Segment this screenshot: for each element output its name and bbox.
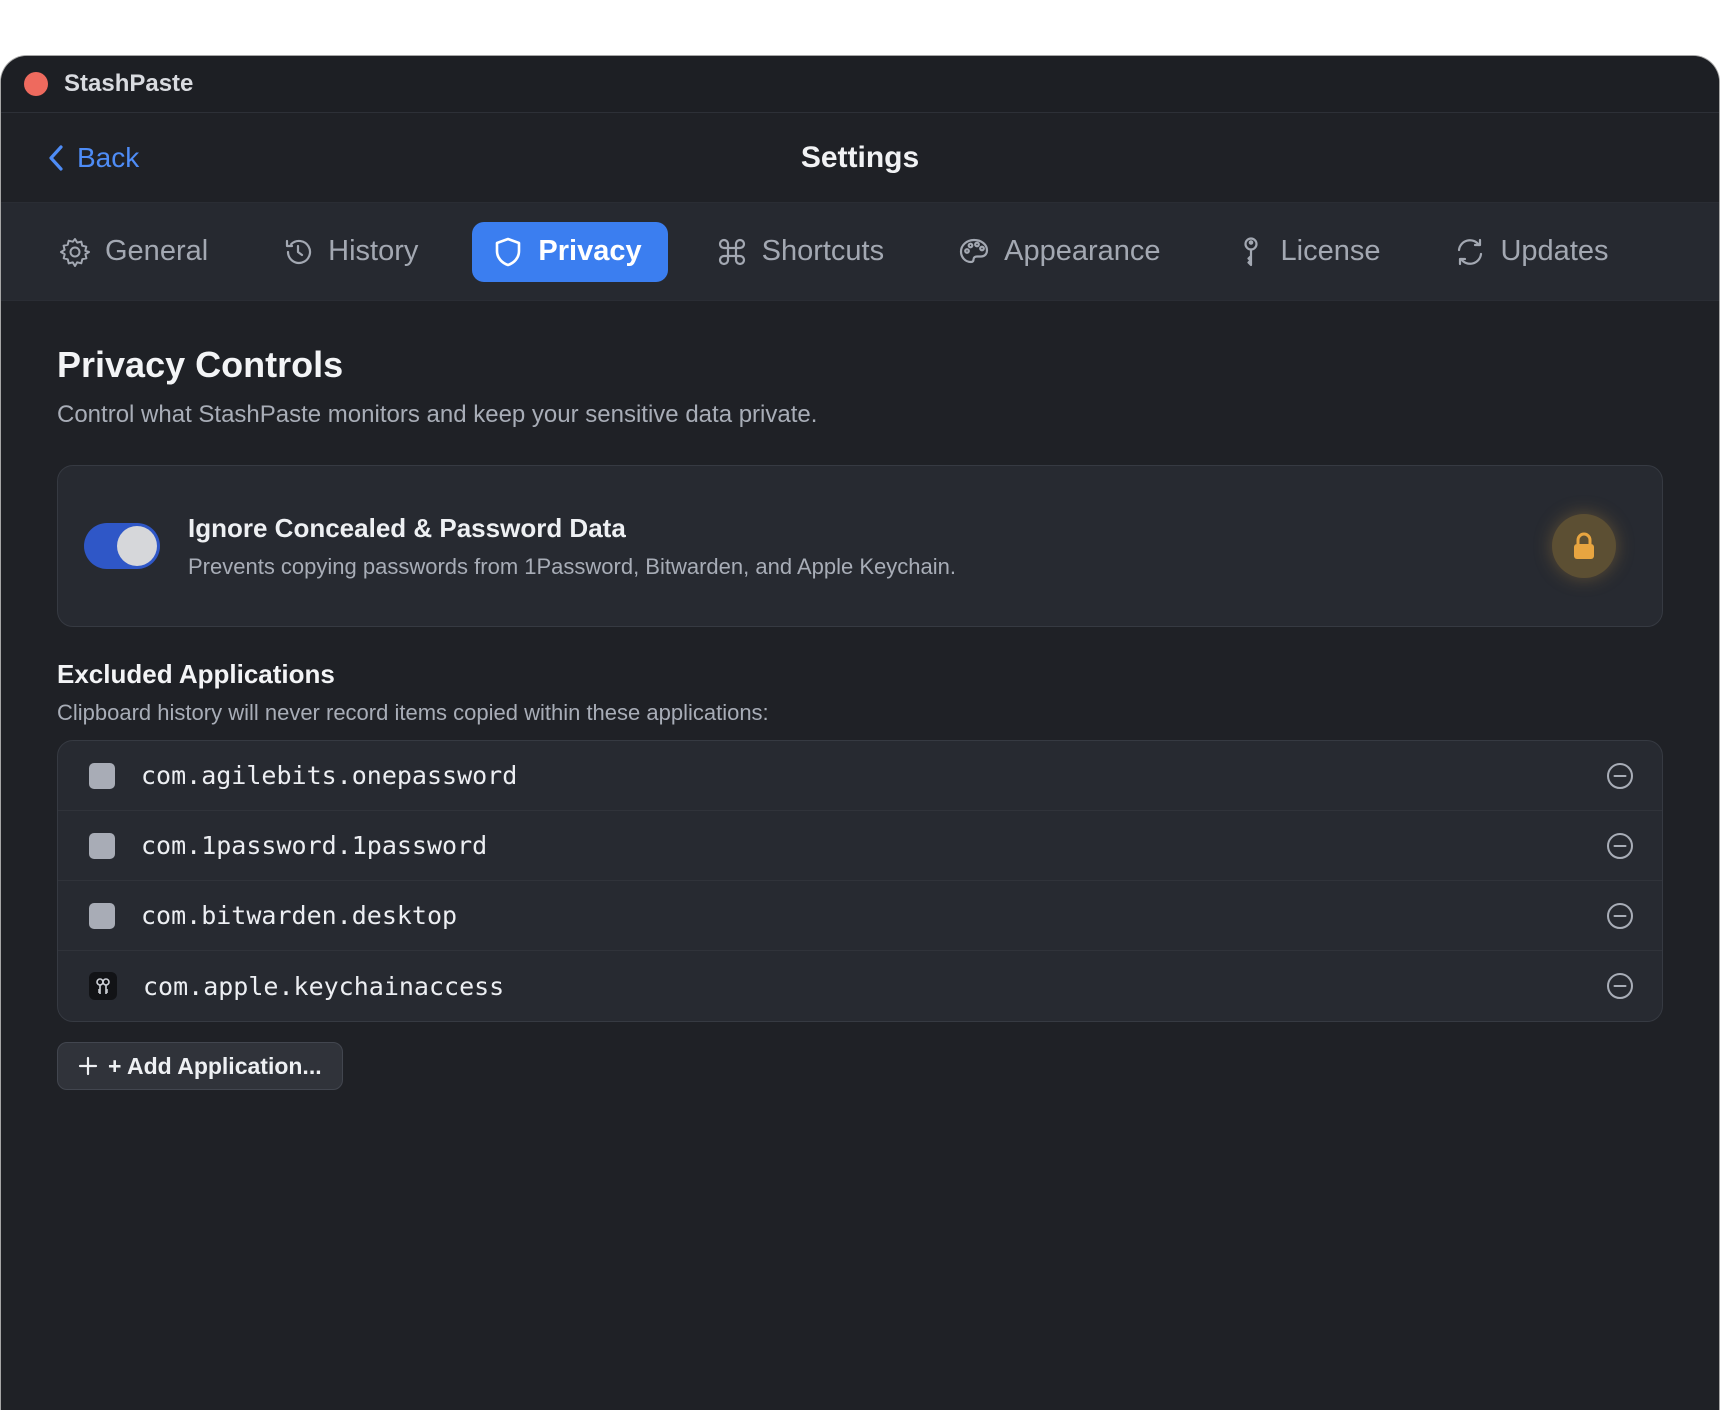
tab-shortcuts-label: Shortcuts [761,235,885,267]
excluded-apps-subtitle: Clipboard history will never record item… [57,700,769,725]
tab-updates[interactable]: Updates [1434,222,1634,282]
gear-icon [60,237,90,267]
tab-license-label: License [1280,235,1381,267]
settings-window: StashPaste Back Settings General History [1,56,1719,1410]
refresh-icon [1458,238,1483,265]
chevron-left-icon [49,144,63,171]
keychain-icon [89,972,117,1000]
tab-updates-label: Updates [1500,235,1609,267]
concealed-data-title: Ignore Concealed & Password Data [188,512,626,543]
settings-tab-bar: General History Privacy Shortcuts Appear… [1,202,1719,301]
remove-circle-icon[interactable] [1606,972,1634,1000]
title-bar: StashPaste [1,56,1719,113]
tab-general-label: General [105,235,209,267]
back-button[interactable]: Back [47,113,139,202]
page-title: Settings [800,140,920,174]
tab-privacy[interactable]: Privacy [472,221,668,282]
tab-license[interactable]: License [1215,222,1407,282]
bundle-id: com.1password.1password [141,831,488,860]
key-icon [1243,236,1258,266]
tab-appearance-label: Appearance [1004,235,1161,267]
navigation-bar: Back Settings [1,113,1719,202]
app-placeholder-icon [89,902,115,929]
bundle-id: com.agilebits.onepassword [141,761,518,790]
lock-icon [1574,532,1594,559]
command-icon [718,238,745,265]
shield-icon [496,237,521,266]
excluded-apps-title: Excluded Applications [57,659,335,689]
list-item: com.bitwarden.desktop [58,881,1662,951]
bundle-id: com.bitwarden.desktop [141,901,458,930]
remove-circle-icon[interactable] [1606,762,1634,790]
app-placeholder-icon [89,832,115,859]
section-subtitle: Control what StashPaste monitors and kee… [57,401,818,428]
back-button-label: Back [77,141,140,173]
excluded-apps-list: com.agilebits.onepassword com.1password.… [57,740,1663,1022]
toggle-knob [117,526,157,566]
tab-appearance[interactable]: Appearance [938,222,1186,282]
concealed-data-card: Ignore Concealed & Password Data Prevent… [57,465,1663,627]
remove-circle-icon[interactable] [1606,902,1634,930]
remove-circle-icon[interactable] [1606,832,1634,860]
close-window-button[interactable] [24,72,48,96]
plus-icon [78,1056,98,1076]
concealed-data-text: Ignore Concealed & Password Data Prevent… [188,513,1552,580]
lock-badge [1552,514,1616,578]
list-item: com.1password.1password [58,811,1662,881]
bundle-id: com.apple.keychainaccess [143,971,505,1001]
concealed-data-description: Prevents copying passwords from 1Passwor… [188,553,956,579]
tab-shortcuts[interactable]: Shortcuts [696,222,911,282]
ignore-concealed-toggle[interactable] [84,523,160,569]
tab-history[interactable]: History [262,222,444,282]
app-title: StashPaste [64,70,194,97]
list-item: com.apple.keychainaccess [58,951,1662,1021]
tab-general[interactable]: General [39,222,234,282]
palette-icon [960,238,989,263]
app-placeholder-icon [89,762,115,789]
tab-history-label: History [328,235,419,267]
add-application-button[interactable]: + Add Application... [57,1042,343,1090]
section-title: Privacy Controls [57,344,344,385]
tab-privacy-label: Privacy [538,235,642,267]
add-application-label: + Add Application... [108,1052,322,1079]
list-item: com.agilebits.onepassword [58,741,1662,811]
history-icon [286,239,312,264]
privacy-panel: Privacy Controls Control what StashPaste… [1,301,1719,1090]
